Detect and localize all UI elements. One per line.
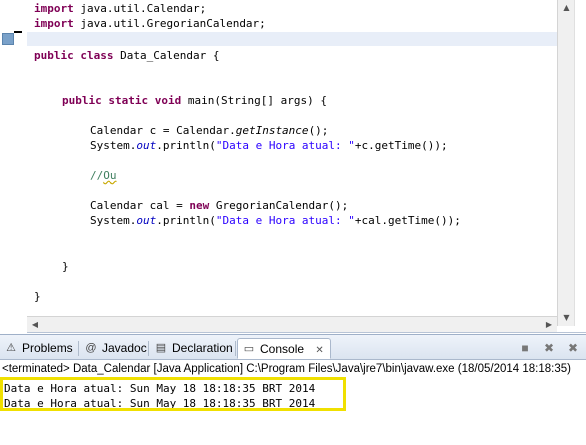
code-line-13[interactable]: Calendar cal = new GregorianCalendar(); <box>90 198 348 213</box>
code-text: (); <box>308 124 329 137</box>
code-editor[interactable]: import java.util.Calendar; import java.u… <box>0 0 586 333</box>
console-icon: ▭ <box>243 343 255 355</box>
caret-marker <box>14 31 22 33</box>
horizontal-scrollbar[interactable]: ◀ ▶ <box>27 316 557 332</box>
code-text: Data_Calendar { <box>113 49 220 62</box>
tab-separator <box>78 341 79 356</box>
string-literal: "Data e Hora atual: " <box>215 214 355 227</box>
code-text: main(String[] args) { <box>181 94 327 107</box>
tab-console[interactable]: ▭ Console ✕ <box>237 338 331 359</box>
keyword: import <box>34 17 74 30</box>
code-line-8[interactable]: Calendar c = Calendar.getInstance(); <box>90 123 328 138</box>
keyword: void <box>154 94 182 107</box>
closing-brace: } <box>34 290 41 303</box>
tab-problems[interactable]: ⚠ Problems <box>0 338 79 359</box>
code-text: java.util.GregorianCalendar; <box>73 17 266 30</box>
remove-launch-icon[interactable]: ✖ <box>542 341 556 355</box>
console-status: <terminated> Data_Calendar [Java Applica… <box>2 363 571 375</box>
remove-all-terminated-icon[interactable]: ✖ <box>566 341 580 355</box>
code-text: +cal.getTime()); <box>354 214 461 227</box>
keyword: public <box>34 49 74 62</box>
tab-label: Console <box>260 342 305 356</box>
tab-label: Declaration <box>172 341 233 355</box>
scroll-down-icon[interactable]: ▼ <box>558 310 575 326</box>
keyword: static <box>108 94 149 107</box>
comment: // <box>90 169 104 182</box>
code-line-11[interactable]: //Ou <box>90 168 117 183</box>
scroll-left-icon[interactable]: ◀ <box>27 317 43 333</box>
declaration-icon: ▤ <box>155 342 167 354</box>
vertical-scrollbar[interactable]: ▲ ▼ <box>557 0 574 326</box>
problems-icon: ⚠ <box>6 342 16 354</box>
change-marker-icon <box>2 33 14 45</box>
tab-separator <box>235 341 236 356</box>
keyword: public <box>62 94 102 107</box>
scroll-right-icon[interactable]: ▶ <box>541 317 557 333</box>
code-text: System. <box>90 139 137 152</box>
code-text: GregorianCalendar(); <box>209 199 349 212</box>
closing-brace: } <box>62 260 69 273</box>
method-name: getInstance <box>235 124 309 137</box>
javadoc-icon: @ <box>85 342 97 354</box>
code-line-14[interactable]: System.out.println("Data e Hora atual: "… <box>90 213 461 228</box>
code-line-19[interactable]: } <box>34 289 41 304</box>
code-line-1[interactable]: import java.util.Calendar; <box>34 1 206 16</box>
keyword: import <box>34 2 74 15</box>
panel-tab-bar: ⚠ Problems @ Javadoc ▤ Declaration ▭ Con… <box>0 335 586 360</box>
terminate-icon[interactable]: ■ <box>518 341 532 355</box>
code-line-2[interactable]: import java.util.GregorianCalendar; <box>34 16 266 31</box>
code-text: +c.getTime()); <box>354 139 448 152</box>
scroll-up-icon[interactable]: ▲ <box>558 0 575 16</box>
code-text: System. <box>90 214 137 227</box>
tab-label: Javadoc <box>102 341 147 355</box>
code-text: .println( <box>156 139 216 152</box>
code-text: .println( <box>156 214 216 227</box>
tab-declaration[interactable]: ▤ Declaration <box>150 338 239 359</box>
code-area[interactable]: import java.util.Calendar; import java.u… <box>27 0 557 326</box>
overview-ruler <box>574 0 586 326</box>
tab-label: Problems <box>22 341 73 355</box>
output-highlight-box <box>0 377 346 411</box>
close-icon[interactable]: ✕ <box>315 345 323 356</box>
static-field: out <box>136 214 157 227</box>
code-text: Calendar c = Calendar. <box>90 124 236 137</box>
tab-javadoc[interactable]: @ Javadoc <box>80 338 153 359</box>
code-text: java.util.Calendar; <box>73 2 207 15</box>
string-literal: "Data e Hora atual: " <box>215 139 355 152</box>
current-line-highlight <box>27 32 557 46</box>
keyword: class <box>80 49 114 62</box>
editor-gutter <box>0 0 27 333</box>
tab-separator <box>148 341 149 356</box>
code-line-17[interactable]: } <box>62 259 69 274</box>
comment-spellcheck-word: Ou <box>103 169 117 182</box>
code-line-6[interactable]: public static void main(String[] args) { <box>62 93 327 108</box>
code-line-4[interactable]: public class Data_Calendar { <box>34 48 219 63</box>
code-line-9[interactable]: System.out.println("Data e Hora atual: "… <box>90 138 448 153</box>
code-text: Calendar cal = <box>90 199 190 212</box>
static-field: out <box>136 139 157 152</box>
keyword: new <box>189 199 210 212</box>
console-panel: ⚠ Problems @ Javadoc ▤ Declaration ▭ Con… <box>0 334 586 445</box>
